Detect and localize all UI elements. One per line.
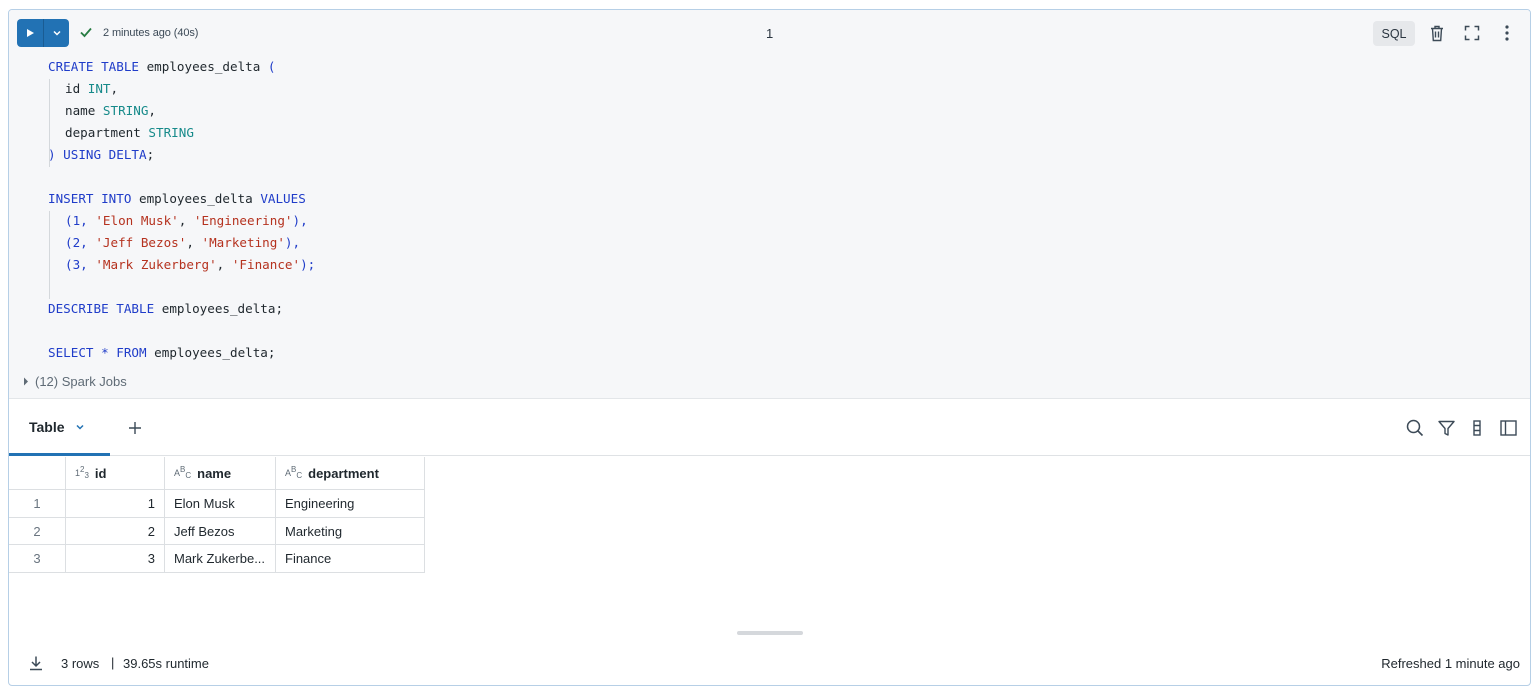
cell-department[interactable]: Marketing xyxy=(276,518,425,545)
delete-cell-button[interactable] xyxy=(1427,23,1447,43)
column-header-department[interactable]: A B Cdepartment xyxy=(276,457,425,490)
runtime-text: 39.65s runtime xyxy=(123,656,209,671)
download-button[interactable] xyxy=(26,653,46,673)
toggle-sidebar-button[interactable] xyxy=(1498,418,1518,438)
cell-name[interactable]: Elon Musk xyxy=(165,490,276,518)
cell-id[interactable]: 2 xyxy=(66,518,165,545)
resize-handle[interactable] xyxy=(737,631,803,635)
cell-menu-button[interactable] xyxy=(1497,23,1517,43)
refreshed-text: Refreshed 1 minute ago xyxy=(1381,656,1520,671)
chevron-down-icon[interactable] xyxy=(75,422,85,432)
column-header-id[interactable]: 1 2 3 id xyxy=(66,457,165,490)
string-type-icon: ABC xyxy=(285,465,303,480)
integer-type-icon: 123 xyxy=(75,465,89,480)
run-button-group xyxy=(17,19,69,47)
run-status-text: 2 minutes ago (40s) xyxy=(103,27,199,39)
cell-id[interactable]: 1 xyxy=(66,490,165,518)
cell-index: 1 xyxy=(766,26,774,41)
spark-jobs-toggle[interactable]: (12) Spark Jobs xyxy=(9,364,1530,399)
column-header-name[interactable]: A B Cname xyxy=(165,457,276,490)
row-index: 3 xyxy=(9,545,66,573)
run-options-dropdown[interactable] xyxy=(43,19,69,47)
check-icon xyxy=(80,27,92,38)
cell-department[interactable]: Finance xyxy=(276,545,425,573)
code-line: (1, 'Elon Musk', 'Engineering'), xyxy=(65,213,308,228)
cell-id[interactable]: 3 xyxy=(66,545,165,573)
code-line: DESCRIBE TABLE employees_delta; xyxy=(48,301,284,316)
footer-separator: | xyxy=(111,655,115,670)
code-editor[interactable]: CREATE TABLE employees_delta ( id INT, n… xyxy=(9,56,1530,364)
row-index: 2 xyxy=(9,518,66,545)
table-row[interactable]: 2 2 Jeff Bezos Marketing xyxy=(9,518,425,545)
result-tabs-bar: Table xyxy=(9,400,1530,456)
filter-button[interactable] xyxy=(1436,418,1456,438)
code-line: (3, 'Mark Zukerberg', 'Finance'); xyxy=(65,257,316,272)
add-visualization-button[interactable] xyxy=(125,418,145,438)
tab-table[interactable]: Table xyxy=(9,400,110,456)
cell-name[interactable]: Jeff Bezos xyxy=(165,518,276,545)
notebook-cell: 2 minutes ago (40s) 1 SQL CREATE TABLE e… xyxy=(8,9,1531,686)
spark-jobs-label: (12) Spark Jobs xyxy=(35,374,127,389)
trash-icon xyxy=(1431,25,1443,41)
table-row[interactable]: 3 3 Mark Zukerbe... Finance xyxy=(9,545,425,573)
tab-table-label: Table xyxy=(29,418,65,435)
filter-icon xyxy=(1437,420,1455,436)
row-index: 1 xyxy=(9,490,66,518)
code-line: id INT, xyxy=(65,81,119,96)
table-row[interactable]: 1 1 Elon Musk Engineering xyxy=(9,490,425,518)
search-button[interactable] xyxy=(1405,418,1425,438)
download-icon xyxy=(30,656,42,671)
plus-icon xyxy=(129,422,141,434)
results-footer: 3 rows | 39.65s runtime Refreshed 1 minu… xyxy=(9,645,1530,685)
sidebar-panel-icon xyxy=(1499,420,1517,436)
code-line: name STRING, xyxy=(65,103,157,118)
play-icon xyxy=(27,29,34,37)
fullscreen-icon xyxy=(1464,25,1480,41)
run-cell-button[interactable] xyxy=(17,19,43,47)
code-line: SELECT * FROM employees_delta; xyxy=(48,345,276,360)
column-settings-button[interactable] xyxy=(1467,418,1487,438)
language-badge[interactable]: SQL xyxy=(1373,21,1415,46)
maximize-cell-button[interactable] xyxy=(1462,23,1482,43)
kebab-menu-icon xyxy=(1505,25,1509,41)
row-index-header xyxy=(9,457,66,490)
code-line: (2, 'Jeff Bezos', 'Marketing'), xyxy=(65,235,301,250)
chevron-down-icon xyxy=(52,30,61,36)
code-line: INSERT INTO employees_delta VALUES xyxy=(48,191,306,206)
cell-header: 2 minutes ago (40s) 1 SQL xyxy=(9,10,1530,56)
columns-icon xyxy=(1473,420,1481,436)
string-type-icon: ABC xyxy=(174,465,192,480)
code-line: ) USING DELTA; xyxy=(48,147,155,162)
code-line: CREATE TABLE employees_delta ( xyxy=(48,59,276,74)
indent-guide xyxy=(49,211,50,299)
search-icon xyxy=(1406,419,1424,437)
cell-name[interactable]: Mark Zukerbe... xyxy=(165,545,276,573)
caret-right-icon xyxy=(24,377,28,386)
row-count: 3 rows xyxy=(61,656,100,671)
code-line: department STRING xyxy=(65,125,194,140)
cell-department[interactable]: Engineering xyxy=(276,490,425,518)
table-header-row: 1 2 3 id A B Cname A B Cdepartment xyxy=(9,457,425,490)
